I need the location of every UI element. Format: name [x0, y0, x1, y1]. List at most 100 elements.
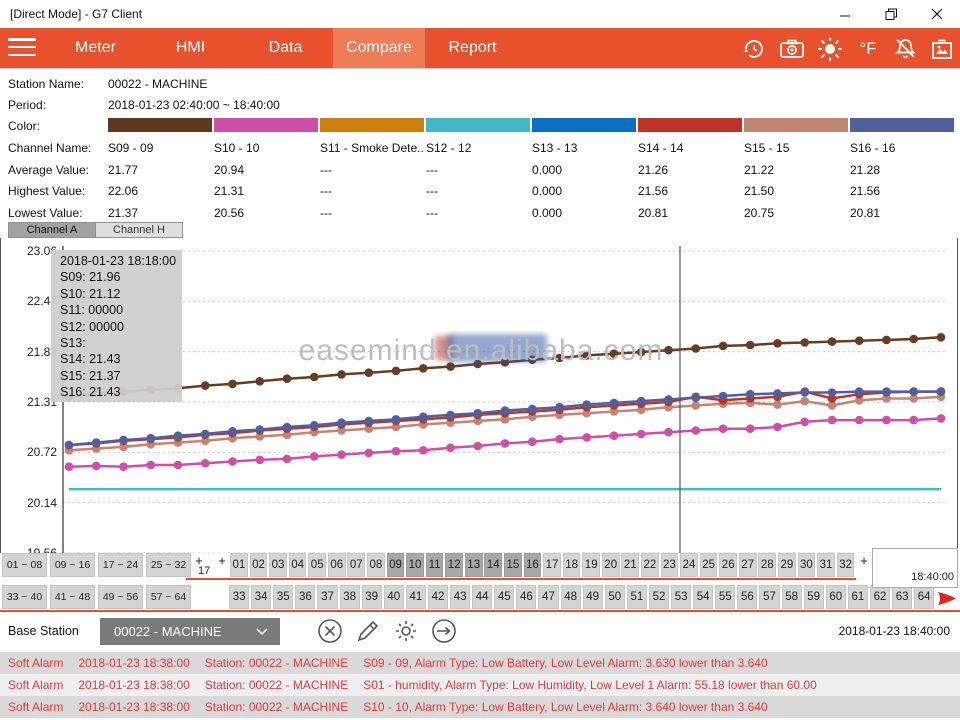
channel-cell-61[interactable]: 61 [848, 585, 868, 609]
channel-group-button[interactable]: 49 ~ 56 [98, 585, 143, 609]
channel-group-button[interactable]: 09 ~ 16 [50, 553, 95, 577]
menu-icon[interactable] [8, 38, 36, 58]
channel-cell-31[interactable]: 31 [817, 553, 835, 577]
channel-cell-23[interactable]: 23 [661, 553, 679, 577]
channel-cell-01[interactable]: 01 [230, 553, 248, 577]
channel-color-swatch[interactable] [850, 118, 954, 132]
channel-group-button[interactable]: 17 ~ 24 [98, 553, 143, 577]
minimize-button[interactable] [822, 0, 868, 28]
alarm-row[interactable]: Soft Alarm2018-01-23 18:38:00Station: 00… [0, 696, 960, 718]
channel-group-button[interactable]: 41 ~ 48 [50, 585, 95, 609]
channel-cell-47[interactable]: 47 [538, 585, 558, 609]
channel-cell-16[interactable]: 16 [524, 553, 542, 577]
channel-cell-49[interactable]: 49 [583, 585, 603, 609]
channel-color-swatch[interactable] [638, 118, 742, 132]
channel-group-button[interactable]: 01 ~ 08 [2, 553, 47, 577]
sync-clock-icon[interactable] [739, 36, 769, 62]
channel-cell-26[interactable]: 26 [719, 553, 737, 577]
channel-cell-34[interactable]: 34 [251, 585, 271, 609]
gear-icon[interactable] [392, 617, 420, 645]
close-button[interactable] [914, 0, 960, 28]
nav-tab-data[interactable]: Data [238, 28, 333, 68]
channel-cell-12[interactable]: 12 [445, 553, 463, 577]
channel-cell-36[interactable]: 36 [295, 585, 315, 609]
channel-cell-46[interactable]: 46 [516, 585, 536, 609]
expand-plus-button[interactable]: + [857, 553, 871, 573]
channel-color-swatch[interactable] [426, 118, 530, 132]
channel-cell-05[interactable]: 05 [308, 553, 326, 577]
channel-cell-64[interactable]: 64 [914, 585, 934, 609]
channel-cell-55[interactable]: 55 [715, 585, 735, 609]
channel-cell-62[interactable]: 62 [870, 585, 890, 609]
restore-button[interactable] [868, 0, 914, 28]
tab-channel-h[interactable]: Channel H [95, 222, 183, 238]
channel-cell-10[interactable]: 10 [406, 553, 424, 577]
channel-cell-22[interactable]: 22 [641, 553, 659, 577]
channel-cell-11[interactable]: 11 [426, 553, 444, 577]
channel-cell-53[interactable]: 53 [671, 585, 691, 609]
channel-cell-56[interactable]: 56 [737, 585, 757, 609]
channel-color-swatch[interactable] [108, 118, 212, 132]
cancel-circle-icon[interactable] [316, 617, 344, 645]
channel-cell-39[interactable]: 39 [362, 585, 382, 609]
channel-cell-42[interactable]: 42 [428, 585, 448, 609]
fahrenheit-toggle[interactable]: °F [853, 36, 883, 62]
channel-cell-44[interactable]: 44 [472, 585, 492, 609]
channel-cell-54[interactable]: 54 [693, 585, 713, 609]
channel-cell-28[interactable]: 28 [758, 553, 776, 577]
channel-cell-03[interactable]: 03 [269, 553, 287, 577]
channel-cell-09[interactable]: 09 [387, 553, 405, 577]
nav-tab-meter[interactable]: Meter [48, 28, 143, 68]
alarm-row[interactable]: Soft Alarm2018-01-23 18:38:00Station: 00… [0, 652, 960, 674]
channel-cell-14[interactable]: 14 [484, 553, 502, 577]
channel-cell-59[interactable]: 59 [804, 585, 824, 609]
next-page-arrow[interactable] [937, 589, 958, 608]
bell-muted-icon[interactable] [890, 36, 920, 62]
channel-cell-43[interactable]: 43 [450, 585, 470, 609]
channel-cell-52[interactable]: 52 [649, 585, 669, 609]
channel-group-button[interactable]: 25 ~ 32 [146, 553, 191, 577]
alarm-row[interactable]: Soft Alarm2018-01-23 18:38:00Station: 00… [0, 674, 960, 696]
channel-cell-45[interactable]: 45 [494, 585, 514, 609]
channel-cell-17[interactable]: 17 [543, 553, 561, 577]
channel-cell-33[interactable]: 33 [229, 585, 249, 609]
channel-cell-15[interactable]: 15 [504, 553, 522, 577]
expand-plus-button[interactable]: + [215, 553, 229, 573]
channel-color-swatch[interactable] [320, 118, 424, 132]
channel-cell-38[interactable]: 38 [340, 585, 360, 609]
nav-tab-compare[interactable]: Compare [333, 28, 425, 68]
channel-cell-27[interactable]: 27 [739, 553, 757, 577]
channel-cell-35[interactable]: 35 [273, 585, 293, 609]
channel-cell-24[interactable]: 24 [680, 553, 698, 577]
channel-cell-19[interactable]: 19 [582, 553, 600, 577]
sun-icon[interactable] [815, 36, 845, 62]
channel-group-button[interactable]: 57 ~ 64 [146, 585, 191, 609]
channel-cell-32[interactable]: 32 [837, 553, 855, 577]
channel-cell-60[interactable]: 60 [826, 585, 846, 609]
image-export-icon[interactable] [927, 36, 957, 62]
channel-cell-37[interactable]: 37 [317, 585, 337, 609]
channel-cell-40[interactable]: 40 [384, 585, 404, 609]
channel-cell-25[interactable]: 25 [700, 553, 718, 577]
nav-tab-hmi[interactable]: HMI [143, 28, 238, 68]
channel-cell-57[interactable]: 57 [759, 585, 779, 609]
channel-cell-63[interactable]: 63 [892, 585, 912, 609]
channel-cell-41[interactable]: 41 [406, 585, 426, 609]
channel-cell-30[interactable]: 30 [798, 553, 816, 577]
channel-cell-02[interactable]: 02 [250, 553, 268, 577]
camera-icon[interactable] [777, 36, 807, 62]
channel-cell-29[interactable]: 29 [778, 553, 796, 577]
pencil-icon[interactable] [354, 617, 382, 645]
channel-cell-51[interactable]: 51 [627, 585, 647, 609]
channel-color-swatch[interactable] [214, 118, 318, 132]
channel-cell-58[interactable]: 58 [782, 585, 802, 609]
channel-cell-04[interactable]: 04 [289, 553, 307, 577]
channel-color-swatch[interactable] [744, 118, 848, 132]
channel-cell-50[interactable]: 50 [605, 585, 625, 609]
tab-channel-a[interactable]: Channel A [8, 222, 96, 238]
channel-group-button[interactable]: 33 ~ 40 [2, 585, 47, 609]
channel-cell-06[interactable]: 06 [328, 553, 346, 577]
channel-cell-21[interactable]: 21 [621, 553, 639, 577]
channel-color-swatch[interactable] [532, 118, 636, 132]
channel-cell-20[interactable]: 20 [602, 553, 620, 577]
